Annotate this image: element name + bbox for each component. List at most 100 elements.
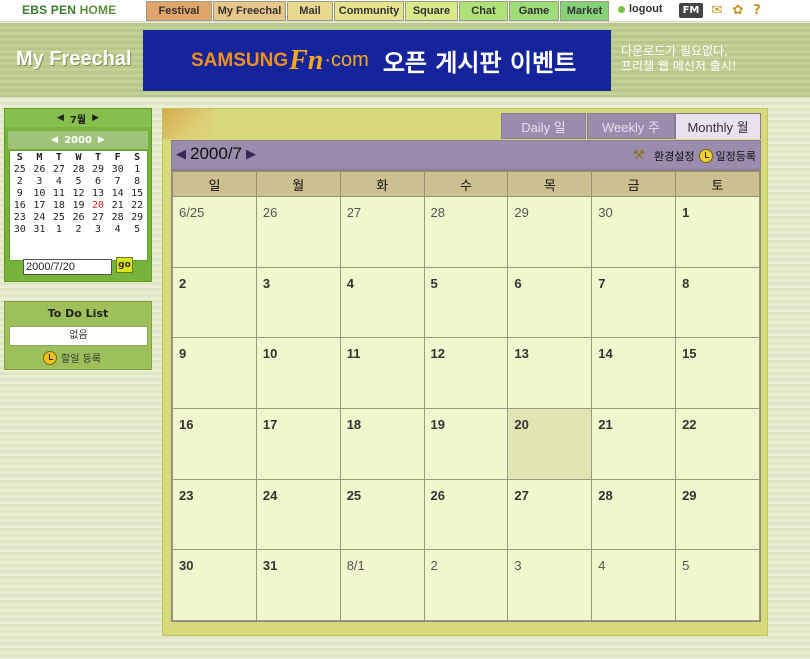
day-cell[interactable]: 26 — [423, 478, 509, 551]
day-cell[interactable]: 11 — [339, 337, 425, 409]
nav-tab-market[interactable]: Market — [560, 1, 609, 21]
day-cell[interactable]: 20 — [507, 407, 593, 480]
day-cell[interactable]: 27 — [507, 478, 593, 551]
next-month-arrow-icon[interactable]: ▶ — [92, 113, 99, 123]
day-cell[interactable]: 3 — [507, 549, 593, 621]
day-cell[interactable]: 21 — [591, 407, 677, 480]
day-cell[interactable]: 5 — [675, 549, 760, 621]
nav-tab-community[interactable]: Community — [334, 1, 404, 21]
day-cell[interactable]: 29 — [507, 196, 593, 268]
next-year-arrow-icon[interactable]: ▶ — [98, 135, 105, 145]
mini-cal-day[interactable]: 28 — [69, 163, 89, 175]
logout-link[interactable]: logout — [618, 3, 663, 15]
mini-cal-day[interactable]: 4 — [108, 224, 128, 236]
tab-monthly[interactable]: Monthly 월 — [675, 113, 761, 139]
day-cell[interactable]: 12 — [423, 337, 509, 409]
mini-cal-day[interactable]: 18 — [49, 199, 69, 211]
go-button[interactable]: go — [116, 257, 133, 273]
day-cell[interactable]: 22 — [675, 407, 760, 480]
nav-tab-square[interactable]: Square — [405, 1, 458, 21]
day-cell[interactable]: 1 — [675, 196, 760, 268]
day-cell[interactable]: 5 — [423, 266, 509, 339]
next-month-icon[interactable]: ▶ — [246, 146, 256, 162]
site-logo[interactable]: EBS PEN HOME — [22, 3, 116, 17]
prev-year-arrow-icon[interactable]: ◀ — [51, 135, 58, 145]
day-cell[interactable]: 24 — [255, 478, 341, 551]
mini-cal-day[interactable]: 10 — [30, 187, 50, 199]
mini-cal-day[interactable]: 5 — [69, 175, 89, 187]
day-cell[interactable]: 7 — [591, 266, 677, 339]
mini-cal-day[interactable]: 23 — [10, 211, 30, 223]
day-cell[interactable]: 26 — [255, 196, 341, 268]
mini-cal-day[interactable]: 24 — [30, 211, 50, 223]
mini-cal-day[interactable]: 1 — [49, 224, 69, 236]
day-cell[interactable]: 31 — [255, 549, 341, 621]
day-cell[interactable]: 10 — [255, 337, 341, 409]
day-cell[interactable]: 15 — [675, 337, 760, 409]
mini-cal-day[interactable]: 6 — [88, 175, 108, 187]
day-cell[interactable]: 23 — [172, 478, 257, 551]
day-cell[interactable]: 2 — [423, 549, 509, 621]
settings-button[interactable]: ⚒ 환경설정 — [633, 148, 694, 164]
day-cell[interactable]: 25 — [339, 478, 425, 551]
nav-tab-my-freechal[interactable]: My Freechal — [213, 1, 286, 21]
nav-tab-game[interactable]: Game — [509, 1, 559, 21]
help-icon[interactable]: ? — [751, 3, 763, 18]
mini-cal-day[interactable]: 30 — [108, 163, 128, 175]
nav-tab-festival[interactable]: Festival — [146, 1, 212, 21]
mini-cal-day[interactable]: 27 — [49, 163, 69, 175]
prev-month-icon[interactable]: ◀ — [176, 146, 186, 162]
mini-cal-day[interactable]: 27 — [88, 211, 108, 223]
day-cell[interactable]: 30 — [591, 196, 677, 268]
day-cell[interactable]: 4 — [339, 266, 425, 339]
mini-cal-day[interactable]: 12 — [69, 187, 89, 199]
fm-icon[interactable]: FM — [679, 3, 703, 18]
mini-cal-day[interactable]: 4 — [49, 175, 69, 187]
day-cell[interactable]: 16 — [172, 407, 257, 480]
day-cell[interactable]: 13 — [507, 337, 593, 409]
mini-cal-day[interactable]: 29 — [88, 163, 108, 175]
mini-cal-day[interactable]: 13 — [88, 187, 108, 199]
mini-cal-day[interactable]: 16 — [10, 199, 30, 211]
day-cell[interactable]: 17 — [255, 407, 341, 480]
date-field[interactable]: 2000/7/20 — [23, 259, 112, 275]
day-cell[interactable]: 6 — [507, 266, 593, 339]
prev-month-arrow-icon[interactable]: ◀ — [57, 113, 64, 123]
day-cell[interactable]: 29 — [675, 478, 760, 551]
day-cell[interactable]: 4 — [591, 549, 677, 621]
mini-cal-day[interactable]: 17 — [30, 199, 50, 211]
mini-cal-day[interactable]: 8 — [127, 175, 147, 187]
mini-cal-day[interactable]: 9 — [10, 187, 30, 199]
add-todo-button[interactable]: 할일 등록 — [43, 350, 101, 365]
ribbon-icon[interactable]: ✿ — [731, 3, 745, 18]
day-cell[interactable]: 3 — [255, 266, 341, 339]
mini-cal-day[interactable]: 3 — [88, 224, 108, 236]
day-cell[interactable]: 18 — [339, 407, 425, 480]
add-schedule-button[interactable]: 일정등록 — [698, 148, 756, 164]
day-cell[interactable]: 2 — [172, 266, 257, 339]
mini-cal-day[interactable]: 2 — [10, 175, 30, 187]
day-cell[interactable]: 28 — [423, 196, 509, 268]
nav-tab-chat[interactable]: Chat — [459, 1, 508, 21]
ad-banner[interactable]: SAMSUNG Fn ·com 오픈 게시판 이벤트 — [143, 30, 611, 91]
mini-cal-day[interactable]: 26 — [30, 163, 50, 175]
day-cell[interactable]: 27 — [339, 196, 425, 268]
day-cell[interactable]: 8 — [675, 266, 760, 339]
tab-daily[interactable]: Daily 일 — [501, 113, 586, 139]
mini-cal-day[interactable]: 11 — [49, 187, 69, 199]
mini-cal-day[interactable]: 19 — [69, 199, 89, 211]
mini-cal-day[interactable]: 1 — [127, 163, 147, 175]
day-cell[interactable]: 8/1 — [339, 549, 425, 621]
mini-cal-day[interactable]: 25 — [10, 163, 30, 175]
mini-cal-day[interactable]: 3 — [30, 175, 50, 187]
mini-cal-day[interactable]: 20 — [88, 199, 108, 211]
mini-cal-day[interactable]: 28 — [108, 211, 128, 223]
mini-cal-day[interactable]: 7 — [108, 175, 128, 187]
nav-tab-mail[interactable]: Mail — [287, 1, 333, 21]
mini-cal-day[interactable]: 25 — [49, 211, 69, 223]
day-cell[interactable]: 19 — [423, 407, 509, 480]
mini-cal-day[interactable]: 29 — [127, 211, 147, 223]
day-cell[interactable]: 28 — [591, 478, 677, 551]
day-cell[interactable]: 14 — [591, 337, 677, 409]
mini-cal-day[interactable]: 14 — [108, 187, 128, 199]
